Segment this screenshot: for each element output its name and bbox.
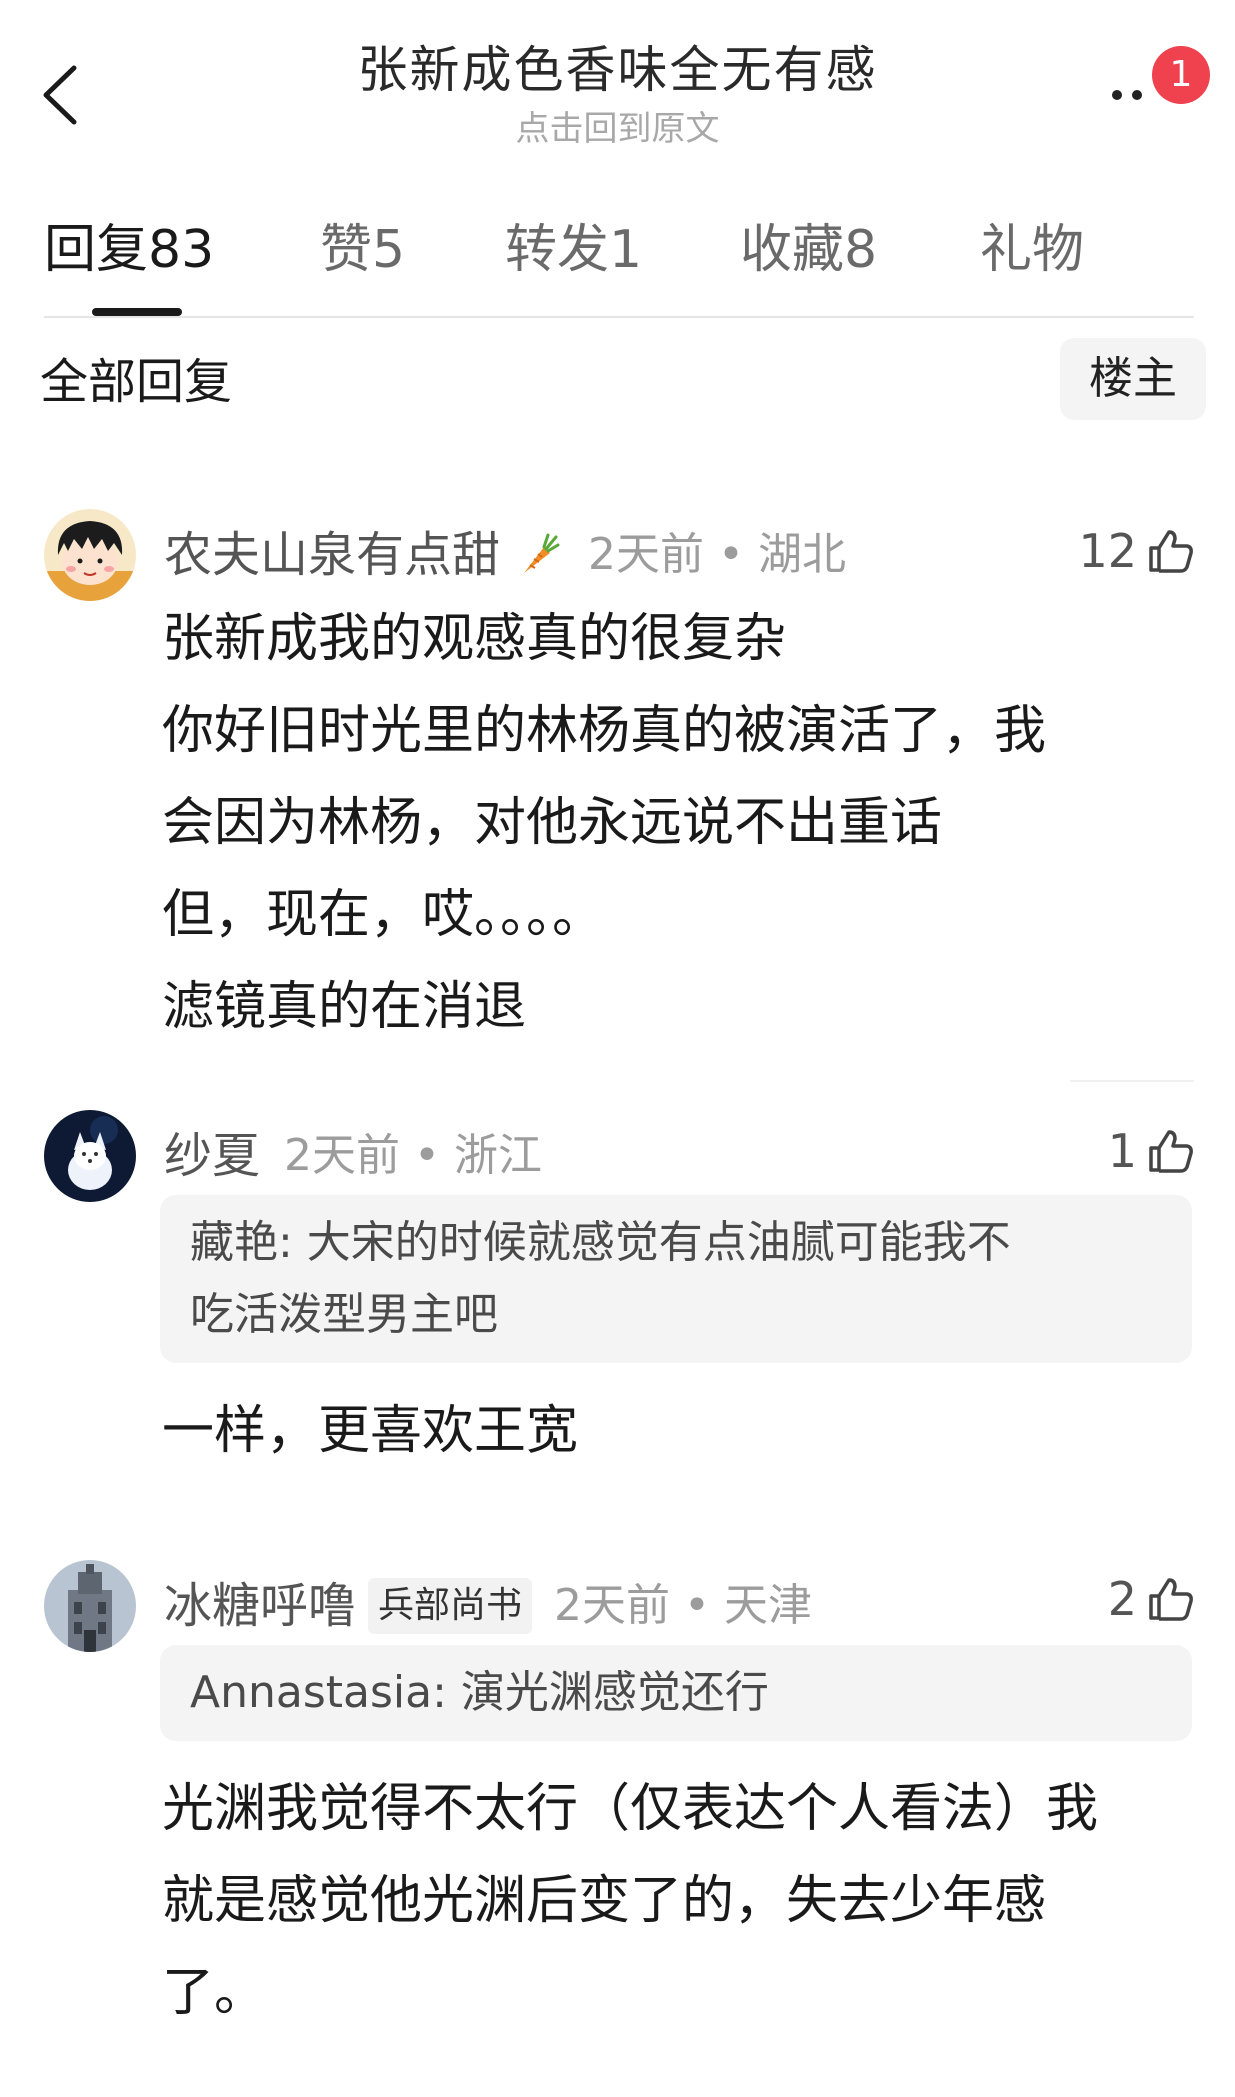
comment-location: 湖北 — [757, 529, 846, 580]
comment-time: 2天前 — [554, 1580, 671, 1631]
active-tab-indicator — [92, 308, 182, 316]
tab-shares[interactable]: 转发1 — [505, 210, 642, 290]
thumbs-up-icon — [1149, 1578, 1193, 1621]
title-block[interactable]: 张新成色香味全无有感 点击回到原文 — [0, 38, 1235, 154]
tab-favorites[interactable]: 收藏8 — [740, 210, 877, 290]
comment-line: 光渊我觉得不太行（仅表达个人看法）我 — [162, 1779, 1099, 1839]
comment-line: 张新成我的观感真的很复杂 — [162, 609, 787, 669]
username[interactable]: 纱夏 — [164, 1121, 260, 1191]
user-title-badge: 兵部尚书 — [368, 1578, 533, 1634]
quote-line: Annastasia: 演光渊感觉还行 — [190, 1667, 769, 1718]
more-dot-icon — [1112, 90, 1122, 100]
comment-time: 2天前 — [588, 529, 705, 580]
tab-label: 赞 — [320, 220, 373, 280]
avatar[interactable] — [44, 1110, 136, 1202]
comment-line: 但，现在，哎。。。。 — [162, 885, 605, 945]
comment-line: 了。 — [162, 1963, 267, 2023]
comment-line: 滤镜真的在消退 — [162, 977, 527, 1037]
like-button[interactable]: 1 — [1108, 1119, 1195, 1183]
like-count: 1 — [1107, 1124, 1137, 1178]
quoted-reply[interactable]: Annastasia: 演光渊感觉还行 — [160, 1645, 1192, 1741]
comment-line: 你好旧时光里的林杨真的被演活了，我 — [162, 701, 1047, 761]
comment-line: 就是感觉他光渊后变了的，失去少年感 — [162, 1871, 1047, 1931]
all-replies-label: 全部回复 — [40, 354, 233, 410]
meta-separator: • — [684, 1580, 710, 1631]
quote-line: 藏艳: 大宋的时候就感觉有点油腻可能我不 — [190, 1217, 1011, 1268]
quoted-reply[interactable]: 藏艳: 大宋的时候就感觉有点油腻可能我不 吃活泼型男主吧 — [160, 1195, 1192, 1363]
comment-header: 农夫山泉有点甜 2天前 • 湖北 — [164, 520, 846, 590]
tab-label: 回复 — [44, 220, 149, 280]
comment-meta: 2天前 • 天津 — [554, 1571, 812, 1641]
thumbs-up-icon — [1149, 530, 1193, 573]
like-button[interactable]: 12 — [1078, 519, 1195, 583]
tab-likes[interactable]: 赞5 — [320, 210, 405, 290]
like-count: 12 — [1078, 524, 1137, 578]
like-button[interactable]: 2 — [1108, 1567, 1195, 1631]
tab-count: 83 — [148, 220, 215, 280]
tab-count: 1 — [609, 220, 643, 280]
comment-meta: 2天前 • 浙江 — [284, 1121, 542, 1191]
like-count: 2 — [1107, 1572, 1137, 1626]
page-title: 张新成色香味全无有感 — [357, 41, 878, 99]
tab-label: 收藏 — [740, 220, 845, 280]
back-to-original-link[interactable]: 点击回到原文 — [0, 104, 1235, 154]
carrot-icon — [524, 533, 560, 573]
thumbs-up-icon — [1149, 1130, 1193, 1173]
op-only-filter-button[interactable]: 楼主 — [1060, 338, 1206, 420]
avatar[interactable] — [44, 1560, 136, 1652]
tab-count: 8 — [844, 220, 878, 280]
tab-label: 礼物 — [980, 220, 1085, 280]
more-options-button[interactable] — [1108, 80, 1154, 110]
comment-separator — [1070, 1080, 1194, 1082]
comment-header: 冰糖呼噜 兵部尚书 2天前 • 天津 — [164, 1571, 812, 1641]
meta-separator: • — [718, 529, 744, 580]
comment-body: 一样，更喜欢王宽 — [162, 1385, 1202, 1477]
tabs-divider — [44, 316, 1194, 318]
comment-location: 浙江 — [453, 1130, 542, 1181]
avatar-building-icon — [44, 1560, 136, 1652]
more-dot-icon — [1132, 90, 1142, 100]
avatar-girl-icon — [44, 509, 136, 601]
avatar-fox-icon — [44, 1110, 136, 1202]
notification-badge: 1 — [1152, 46, 1210, 104]
comment-body: 光渊我觉得不太行（仅表达个人看法）我 就是感觉他光渊后变了的，失去少年感 了。 — [162, 1763, 1202, 2039]
comment-location: 天津 — [723, 1580, 812, 1631]
tab-count: 5 — [372, 220, 406, 280]
comment-meta: 2天前 • 湖北 — [588, 520, 846, 590]
username[interactable]: 农夫山泉有点甜 — [164, 520, 500, 590]
comment-body: 张新成我的观感真的很复杂 你好旧时光里的林杨真的被演活了，我 会因为林杨，对他永… — [162, 593, 1202, 1053]
meta-separator: • — [414, 1130, 440, 1181]
username[interactable]: 冰糖呼噜 — [164, 1571, 356, 1641]
avatar[interactable] — [44, 509, 136, 601]
tab-label: 转发 — [505, 220, 610, 280]
comment-line: 会因为林杨，对他永远说不出重话 — [162, 793, 943, 853]
comment-header: 纱夏 2天前 • 浙江 — [164, 1121, 542, 1191]
comment-line: 一样，更喜欢王宽 — [162, 1401, 579, 1461]
quote-line: 吃活泼型男主吧 — [190, 1289, 498, 1340]
tab-replies[interactable]: 回复83 — [44, 210, 214, 290]
page-header: 张新成色香味全无有感 点击回到原文 1 — [0, 0, 1235, 160]
tab-bar: 回复83 赞5 转发1 收藏8 礼物 — [0, 210, 1235, 320]
tab-gifts[interactable]: 礼物 — [980, 210, 1084, 290]
comment-time: 2天前 — [284, 1130, 401, 1181]
